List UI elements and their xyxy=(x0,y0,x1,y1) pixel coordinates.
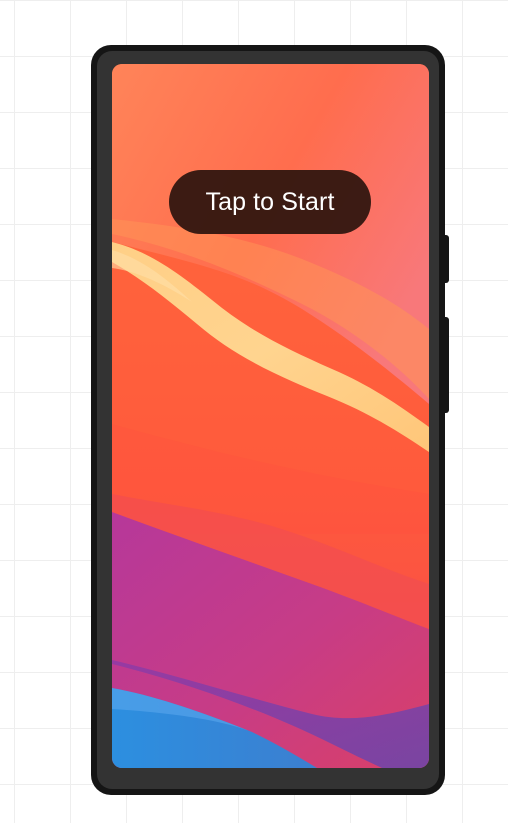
tap-to-start-button[interactable]: Tap to Start xyxy=(169,170,371,234)
volume-button xyxy=(443,235,449,283)
phone-screen[interactable]: Tap to Start xyxy=(112,64,429,768)
power-button xyxy=(443,317,449,413)
